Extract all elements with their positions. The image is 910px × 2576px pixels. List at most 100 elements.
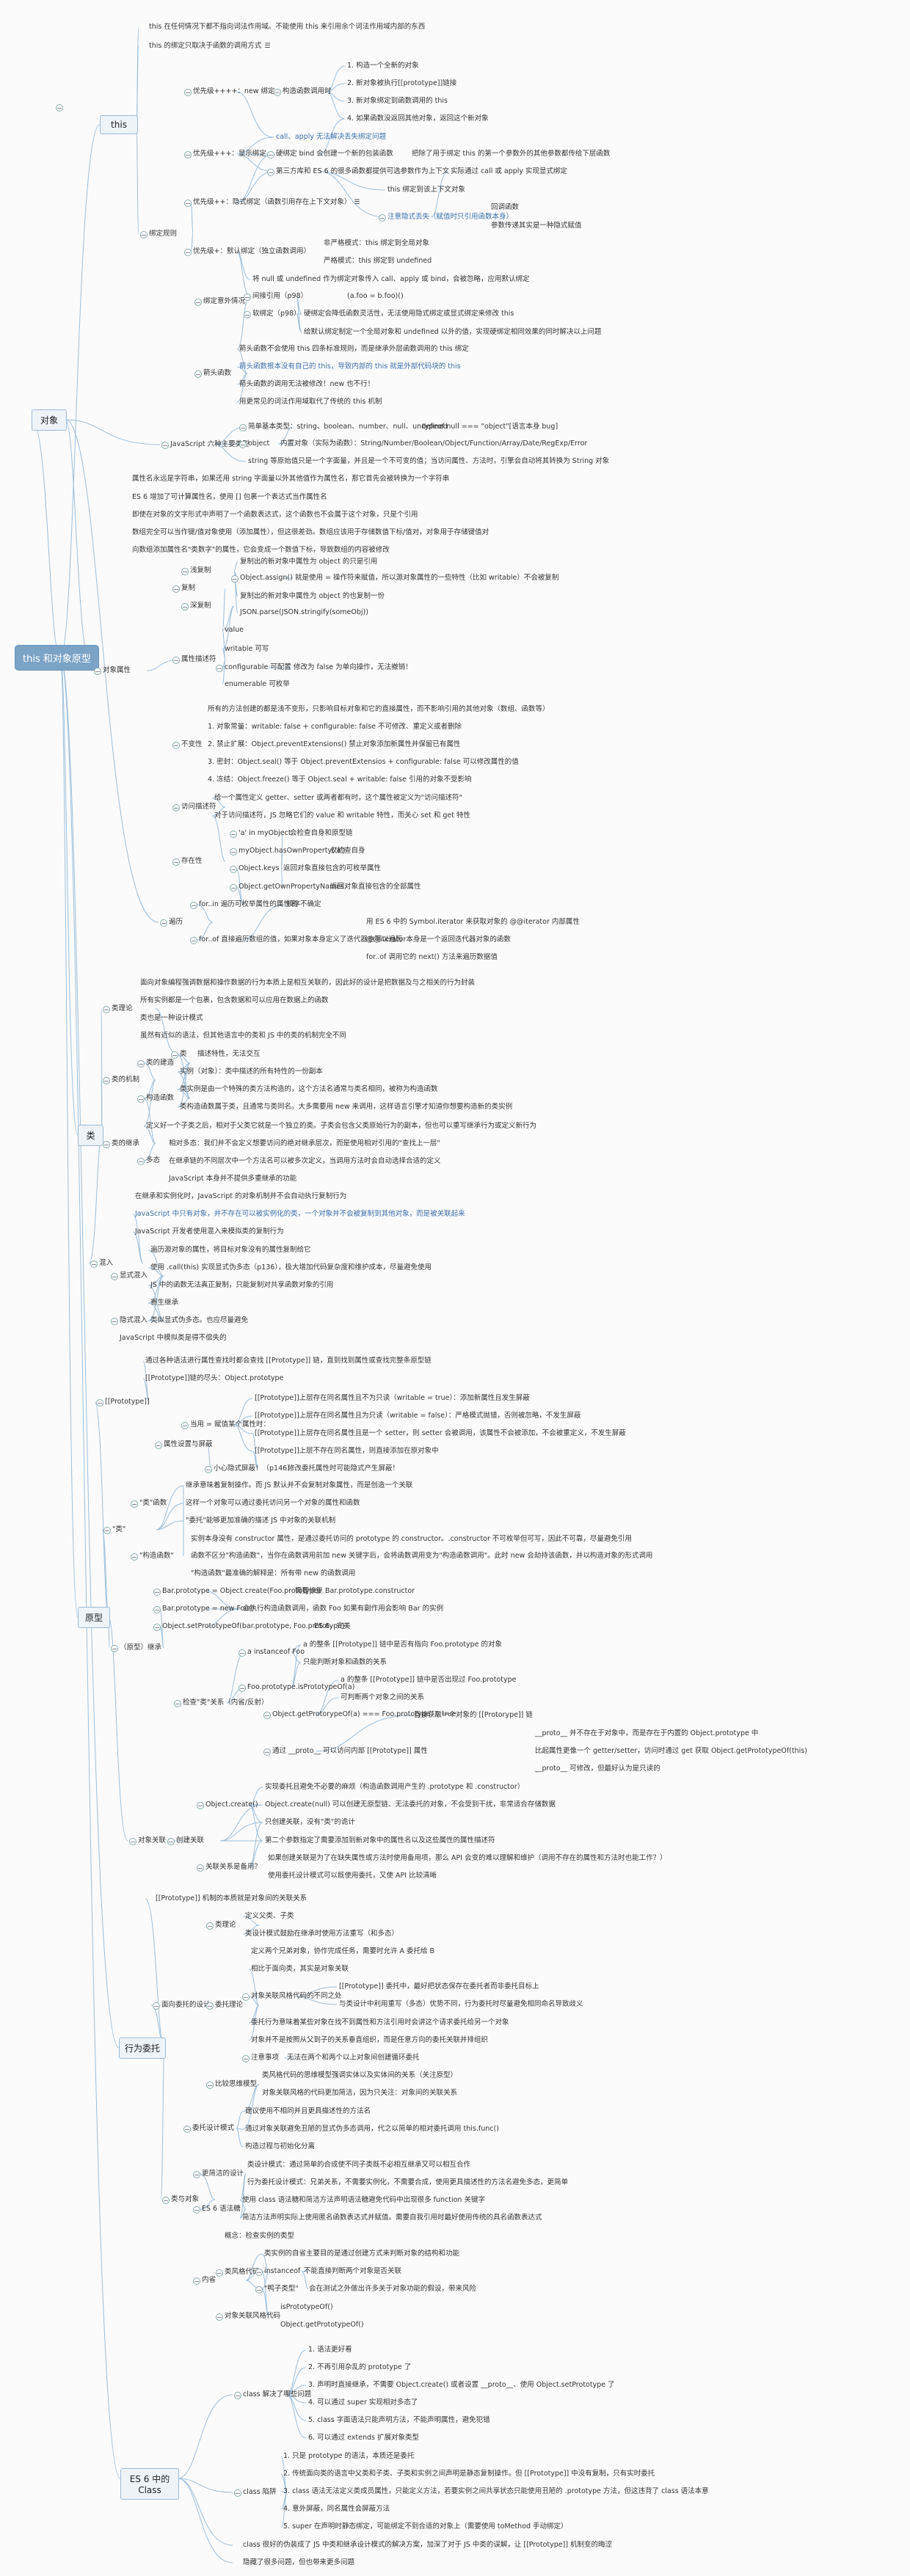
topic-node-delegation[interactable]: 对象并不是按照从父到子的关系垂直组织，而是任意方向的委托关联并排组织 xyxy=(251,2035,488,2046)
topic-node-this[interactable]: 2. 新对象被执行[[prototype]]链接 xyxy=(347,79,456,89)
topic-node-object[interactable]: 顺序不确定 xyxy=(286,900,321,910)
topic-node-es6class[interactable]: 4. 可以通过 super 实现相对多态了 xyxy=(308,2398,418,2408)
topic-node-this[interactable]: (a.foo = b.foo)() xyxy=(347,291,404,302)
topic-node-delegation[interactable]: 会在测试之外做出许多关于对象功能的假设，带来风险 xyxy=(309,2284,476,2294)
collapse-minus-icon[interactable] xyxy=(194,299,202,306)
topic-node-prototype[interactable]: 只能判断对象和函数的关系 xyxy=(303,1657,387,1668)
topic-node-object[interactable]: 属性描述符 xyxy=(181,654,216,665)
topic-node-this[interactable]: 非严格模式：this 绑定到全局对象 xyxy=(324,238,429,249)
topic-node-delegation[interactable]: 建议使用不相同并且更具描述性的方法名 xyxy=(245,2106,371,2117)
topic-node-prototype[interactable]: 需要修复 Bar.prototype.constructor xyxy=(295,1586,415,1597)
topic-node-prototype[interactable]: Bar.prototype = new Foo() xyxy=(162,1604,255,1614)
collapse-minus-icon[interactable] xyxy=(206,2081,214,2089)
collapse-minus-icon[interactable] xyxy=(181,603,189,610)
topic-node-object[interactable]: 复制出的新对象中属性为 object 的也复制一份 xyxy=(240,591,385,602)
collapse-minus-icon[interactable] xyxy=(255,2286,263,2294)
topic-node-object[interactable]: for..in 遍历可枚举属性的属性名 xyxy=(199,900,297,910)
collapse-minus-icon[interactable] xyxy=(255,2269,263,2276)
topic-node-class[interactable]: 所有实例都是一个包裹，包含数据和可以应用在数据上的函数 xyxy=(140,996,329,1006)
main-node-delegation[interactable]: 行为委托 xyxy=(119,2037,166,2059)
topic-node-delegation[interactable]: 类设计模式鼓励在继承时使用方法重写（和多态） xyxy=(245,1929,398,1939)
collapse-minus-icon[interactable] xyxy=(239,1649,246,1657)
collapse-minus-icon[interactable] xyxy=(190,902,197,909)
topic-node-prototype[interactable]: 会执行构造函数调用，函数 Foo 如果有副作用会影响 Bar 的实例 xyxy=(243,1604,443,1614)
topic-node-object[interactable]: configurable 可配置 xyxy=(225,663,291,673)
topic-node-object[interactable]: 存在性 xyxy=(181,856,203,866)
collapse-minus-icon[interactable] xyxy=(242,2055,250,2062)
topic-node-object[interactable]: 即使在对象的文字形式中声明了一个函数表达式，这个函数也不会属于这个对象，只是个引… xyxy=(132,510,418,520)
topic-node-prototype[interactable]: Object.create() xyxy=(205,1800,258,1810)
topic-node-class[interactable]: 实例（对象）：类中描述的所有特性的一份副本 xyxy=(180,1067,323,1077)
main-node-prototype[interactable]: 原型 xyxy=(78,1607,110,1628)
topic-node-object[interactable]: 浅复制 xyxy=(190,566,211,576)
topic-node-class[interactable]: 虽然有近似的语法，但其他语言中的类和 JS 中的类的机制完全不同 xyxy=(140,1031,346,1041)
topic-node-class[interactable]: 类实例是由一个特殊的类方法构造的，这个方法名通常与类名相同，被称为构造函数 xyxy=(180,1084,438,1095)
topic-node-object[interactable]: 向数组添加属性名"类数字"的属性，它会变成一个数值下标，导致数组的内容被修改 xyxy=(132,545,390,555)
topic-node-class[interactable]: 类的机制 xyxy=(112,1075,139,1085)
topic-node-object[interactable]: 访问描述符 xyxy=(181,802,216,812)
topic-node-delegation[interactable]: 无法在两个和两个以上对象间创建循环委托 xyxy=(287,2053,420,2063)
topic-node-delegation[interactable]: 定义父类、子类 xyxy=(245,1911,294,1922)
topic-node-object[interactable]: 所有的方法创建的都是浅不变形，只影响目标对象和它的直接属性，而不影响引用的其他对… xyxy=(208,704,550,715)
topic-node-this[interactable]: 硬绑定 bind 会创建一个新的包装函数 xyxy=(276,149,393,159)
collapse-minus-icon[interactable] xyxy=(160,919,167,927)
topic-node-object[interactable]: JSON.parse(JSON.stringify(someObj)) xyxy=(240,607,368,618)
topic-node-class[interactable]: 混入 xyxy=(99,1258,113,1269)
topic-node-object[interactable]: 修改为 false 为单向操作，无法撤销！ xyxy=(294,663,412,673)
collapse-minus-icon[interactable] xyxy=(96,1399,103,1406)
collapse-minus-icon[interactable] xyxy=(181,1422,189,1429)
topic-node-delegation[interactable]: 类实例的自省主要目的是通过创建方式来判断对象的结构和功能 xyxy=(264,2249,459,2259)
topic-node-delegation[interactable]: ES 6 语法糖 xyxy=(202,2204,241,2214)
topic-node-delegation[interactable]: 类理论 xyxy=(215,1920,236,1930)
topic-node-class[interactable]: 使用 .call(this) 实现显式伪多态（p136），极大增加代码复杂度和维… xyxy=(150,1263,432,1273)
topic-node-object[interactable]: 简单基本类型：string、boolean、number、null、undefi… xyxy=(248,422,448,432)
topic-node-class[interactable]: 面向对象编程强调数据和操作数据的行为本质上是相互关联的，因此好的设计是把数据及与… xyxy=(140,978,475,988)
topic-node-prototype[interactable]: 检查"类"关系（内省/反射） xyxy=(183,1698,268,1708)
topic-node-prototype[interactable]: [[Prototype]] xyxy=(105,1397,150,1407)
topic-node-class[interactable]: 类似显式伪多态。也应尽量避免 xyxy=(150,1316,248,1326)
topic-node-this[interactable]: call、apply 无法解决丢失绑定问题 xyxy=(276,132,386,142)
topic-node-this[interactable]: 给默认绑定制定一个全局对象和 undefined 以外的值，实现硬绑定相同效果的… xyxy=(304,327,601,337)
collapse-minus-icon[interactable] xyxy=(193,2206,200,2214)
topic-node-delegation[interactable]: 对象关联风格代码的不同之处 xyxy=(251,1991,342,2002)
topic-node-class[interactable]: 类的建造 xyxy=(146,1058,174,1068)
collapse-minus-icon[interactable] xyxy=(172,585,180,593)
topic-node-prototype[interactable]: "构造函数"最准确的解释是：所有带 new 的函数调用 xyxy=(191,1569,355,1579)
collapse-minus-icon[interactable] xyxy=(137,1060,145,1068)
collapse-minus-icon[interactable] xyxy=(234,2489,241,2497)
topic-node-this[interactable]: 用更常见的词法作用域取代了传统的 this 机制 xyxy=(239,397,382,407)
note-icon[interactable]: ☰ xyxy=(264,41,270,51)
collapse-minus-icon[interactable] xyxy=(172,858,180,866)
topic-node-object[interactable]: 不变性 xyxy=(181,740,203,750)
topic-node-class[interactable]: JavaScript 中模拟类是得不偿失的 xyxy=(120,1333,227,1343)
collapse-minus-icon[interactable] xyxy=(172,657,180,664)
topic-node-object[interactable]: Object.assign() xyxy=(240,573,293,583)
topic-node-delegation[interactable]: 通过对象关联避免丑陋的显式伪多态调用，代之以简单的相对委托调用 this.fun… xyxy=(245,2124,499,2134)
topic-node-prototype[interactable]: 实例本身没有 constructor 属性，是通过委托访问的 prototype… xyxy=(191,1534,632,1544)
topic-node-prototype[interactable]: 如果创建关联是为了在缺失属性或方法时使用备用项，那么 API 会变的难以理解和维… xyxy=(268,1853,667,1864)
topic-node-prototype[interactable]: a 的整条 [[Prototype]] 链中是否出现过 Foo.prototyp… xyxy=(341,1675,516,1685)
topic-node-prototype[interactable]: [[Prototype]]上层存在同名属性且为只读（writable = fal… xyxy=(255,1411,580,1421)
topic-node-class[interactable]: 隐式混入 xyxy=(120,1316,148,1326)
topic-node-object[interactable]: Object.keys xyxy=(239,864,280,874)
topic-node-delegation[interactable]: 对象关联风格代码 xyxy=(225,2311,280,2321)
collapse-minus-icon[interactable] xyxy=(161,442,169,449)
topic-node-delegation[interactable]: 使用 class 语法糖和简洁方法声明语法糖避免代码中出现很多 function… xyxy=(242,2195,485,2205)
topic-node-prototype[interactable]: 修改委托属性时可能隐式产生屏蔽！ xyxy=(288,1464,399,1474)
topic-node-class[interactable]: 类的继承 xyxy=(112,1139,139,1149)
topic-node-this[interactable]: 硬绑定会降低函数灵活性，无法使用隐式绑定或显式绑定来修改 this xyxy=(304,309,514,319)
topic-node-object[interactable]: 'a' in myObject xyxy=(239,828,291,839)
collapse-minus-icon[interactable] xyxy=(230,884,237,891)
topic-node-prototype[interactable]: 第二个参数指定了需要添加到新对象中的属性名以及这些属性的属性描述符 xyxy=(265,1836,495,1846)
collapse-minus-icon[interactable] xyxy=(153,1588,161,1596)
topic-node-this[interactable]: 箭头函数根本没有自己的 this，导致内部的 this 就是外部代码块的 thi… xyxy=(239,362,461,372)
topic-node-prototype[interactable]: [[Prototype]]链的尽头：Object.prototype xyxy=(145,1373,283,1384)
topic-node-es6class[interactable]: 1. 只是 prototype 的语法，本质还是委托 xyxy=(283,2451,414,2462)
collapse-minus-icon[interactable] xyxy=(111,1645,118,1652)
collapse-minus-icon[interactable] xyxy=(94,668,101,675)
topic-node-this[interactable]: 构造函数调用时 xyxy=(283,87,332,97)
collapse-minus-icon[interactable] xyxy=(167,1838,175,1845)
collapse-minus-icon[interactable] xyxy=(379,214,386,222)
topic-node-object[interactable]: 用 ES 6 中的 Symbol.iterator 来获取对象的 @@itera… xyxy=(366,917,580,927)
main-node-class[interactable]: 类 xyxy=(78,1125,103,1146)
